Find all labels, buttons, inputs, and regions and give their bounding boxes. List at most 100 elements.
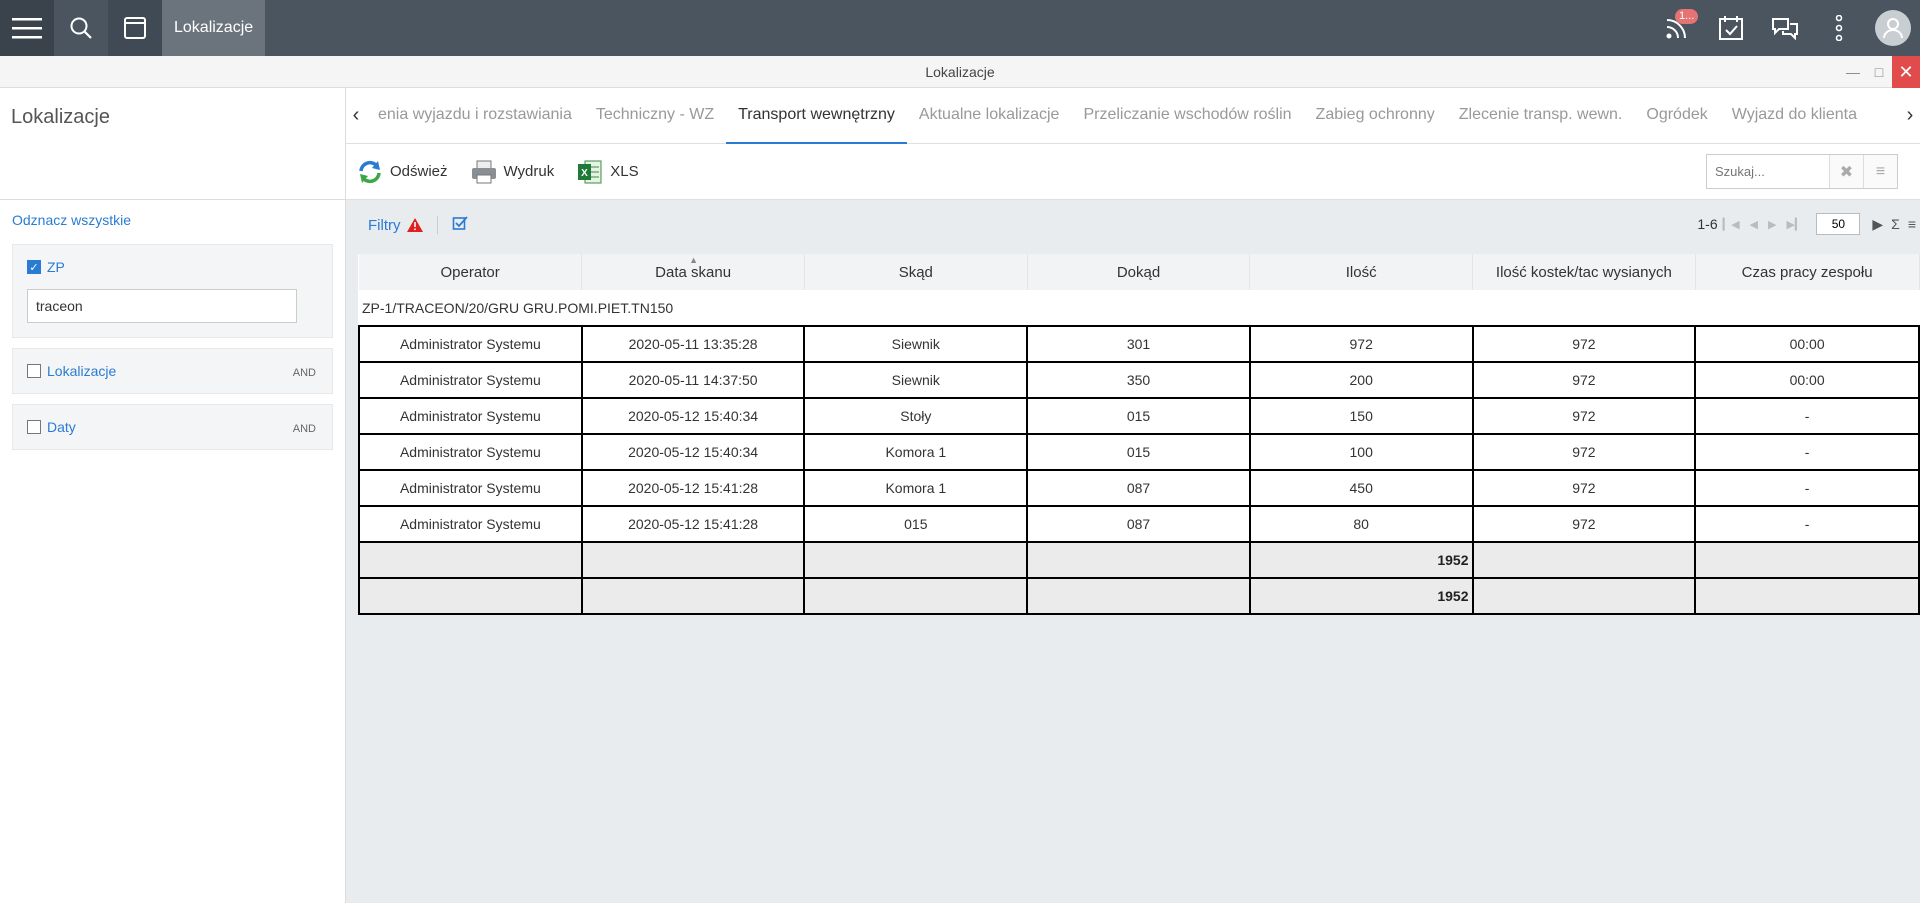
empty-cell xyxy=(1026,541,1251,579)
open-window-tab[interactable]: Lokalizacje xyxy=(162,0,266,56)
xls-button[interactable]: X XLS xyxy=(576,158,639,186)
svg-text:X: X xyxy=(581,168,588,179)
next-page-button[interactable]: ▶ xyxy=(1768,218,1776,231)
search-box: ✖ ≡ xyxy=(1706,154,1898,189)
printer-icon xyxy=(470,158,498,186)
filter-lokalizacje-operator[interactable]: AND xyxy=(293,367,316,379)
table-row[interactable]: Administrator Systemu 2020-05-12 15:41:28… xyxy=(358,469,1920,507)
columns-menu-button[interactable]: ≡ xyxy=(1908,216,1916,232)
tab-item[interactable]: Techniczny - WZ xyxy=(584,88,726,144)
filter-daty: Daty AND xyxy=(12,404,333,450)
user-button[interactable] xyxy=(1866,0,1920,56)
search-icon xyxy=(70,17,92,39)
empty-cell xyxy=(358,541,583,579)
filter-daty-operator[interactable]: AND xyxy=(293,423,316,435)
close-icon: ✕ xyxy=(1898,62,1914,82)
tab-active[interactable]: Transport wewnętrzny xyxy=(726,88,907,144)
tabs-scroll-left[interactable]: ‹ xyxy=(346,104,366,127)
play-icon: ▶ xyxy=(1872,215,1884,232)
filter-daty-toggle[interactable]: Daty xyxy=(27,419,318,435)
table-row[interactable]: Administrator Systemu 2020-05-12 15:40:34… xyxy=(358,433,1920,471)
column-header[interactable]: Czas pracy zespołu xyxy=(1695,254,1920,290)
column-header[interactable]: Dokąd xyxy=(1027,254,1251,290)
table-cell: 2020-05-12 15:41:28 xyxy=(580,505,806,543)
table-row[interactable]: Administrator Systemu 2020-05-11 13:35:28… xyxy=(358,325,1920,363)
clear-search-button[interactable]: ✖ xyxy=(1829,155,1863,188)
table-cell: 301 xyxy=(1026,325,1251,363)
filters-button[interactable]: Filtry xyxy=(368,217,423,234)
filters-label: Filtry xyxy=(368,216,401,234)
table-cell: 015 xyxy=(803,505,1029,543)
feed-button[interactable]: 1... xyxy=(1650,0,1704,56)
edit-filters-button[interactable] xyxy=(452,215,468,235)
calendar-button[interactable] xyxy=(1704,0,1758,56)
windows-button[interactable] xyxy=(108,0,162,56)
table-cell: Komora 1 xyxy=(803,433,1029,471)
filter-zp-checkbox[interactable]: ✓ xyxy=(27,260,41,274)
totals-row: 1952 xyxy=(358,541,1920,579)
print-button[interactable]: Wydruk xyxy=(470,158,555,186)
column-header-label: Czas pracy zespołu xyxy=(1741,263,1873,281)
toolbar: Odśwież Wydruk X XLS ✖ ≡ xyxy=(346,144,1920,200)
column-header[interactable]: Ilość xyxy=(1249,254,1474,290)
filter-lokalizacje-toggle[interactable]: Lokalizacje xyxy=(27,363,318,379)
column-header[interactable]: Ilość kostek/tac wysianych xyxy=(1472,254,1696,290)
filter-zp-toggle[interactable]: ✓ ZP xyxy=(27,259,318,275)
table-row[interactable]: Administrator Systemu 2020-05-12 15:41:28… xyxy=(358,505,1920,543)
table-row[interactable]: Administrator Systemu 2020-05-12 15:40:34… xyxy=(358,397,1920,435)
table-cell: - xyxy=(1694,433,1920,471)
avatar xyxy=(1875,10,1911,46)
last-page-icon: ▶▎ xyxy=(1786,218,1804,231)
last-page-button[interactable]: ▶▎ xyxy=(1786,218,1803,231)
open-window-tab-label: Lokalizacje xyxy=(174,19,254,36)
search-button[interactable] xyxy=(54,0,108,56)
deselect-all-link[interactable]: Odznacz wszystkie xyxy=(12,212,333,228)
table-cell: Komora 1 xyxy=(803,469,1029,507)
empty-cell xyxy=(1026,577,1251,615)
filter-daty-checkbox[interactable] xyxy=(27,420,41,434)
tab-item[interactable]: Zabieg ochronny xyxy=(1304,88,1447,144)
more-button[interactable] xyxy=(1812,0,1866,56)
column-header[interactable]: Operator xyxy=(359,254,583,290)
tabs-scroll-right[interactable]: › xyxy=(1900,104,1920,127)
table-cell: 015 xyxy=(1026,433,1251,471)
maximize-button[interactable]: □ xyxy=(1866,59,1892,85)
refresh-button[interactable]: Odśwież xyxy=(356,158,448,186)
go-button[interactable]: ▶ xyxy=(1872,216,1883,233)
group-row[interactable]: ZP-1/TRACEON/20/GRU GRU.POMI.PIET.TN150 xyxy=(359,290,1919,327)
minimize-button[interactable]: — xyxy=(1840,59,1866,85)
column-header[interactable]: Skąd xyxy=(804,254,1028,290)
table-cell: 350 xyxy=(1026,361,1251,399)
pager: 1-6 ▎◀ ◀ ▶ ▶▎ ▶ Σ ≡ xyxy=(1697,213,1920,235)
page-size-input[interactable] xyxy=(1816,213,1861,235)
column-header[interactable]: Data skanu ▲ xyxy=(581,254,805,290)
table-cell: 972 xyxy=(1471,325,1697,363)
tab-item[interactable]: Wyjazd do klienta xyxy=(1720,88,1869,144)
table-cell: 100 xyxy=(1248,433,1474,471)
chat-icon xyxy=(1772,18,1798,40)
total-quantity: 1952 xyxy=(1248,541,1474,579)
first-page-button[interactable]: ▎◀ xyxy=(1723,218,1740,231)
filter-zp-input[interactable] xyxy=(27,289,297,323)
tab-item[interactable]: Aktualne lokalizacje xyxy=(907,88,1072,144)
excel-icon: X xyxy=(576,158,604,186)
chat-button[interactable] xyxy=(1758,0,1812,56)
prev-page-button[interactable]: ◀ xyxy=(1750,218,1758,231)
menu-lines-icon: ≡ xyxy=(1875,162,1886,180)
search-options-button[interactable]: ≡ xyxy=(1863,155,1897,188)
print-label: Wydruk xyxy=(503,163,555,180)
close-button[interactable]: ✕ xyxy=(1892,56,1920,88)
search-input[interactable] xyxy=(1707,155,1829,188)
filter-lokalizacje-checkbox[interactable] xyxy=(27,364,41,378)
tab-item[interactable]: Zlecenie transp. wewn. xyxy=(1447,88,1635,144)
menu-button[interactable] xyxy=(0,0,54,56)
tab-item[interactable]: Przeliczanie wschodów roślin xyxy=(1071,88,1303,144)
tab-item[interactable]: Ogródek xyxy=(1634,88,1719,144)
table-cell: Administrator Systemu xyxy=(358,469,583,507)
prev-page-icon: ◀ xyxy=(1749,218,1758,231)
table-cell: Siewnik xyxy=(803,361,1029,399)
tab-item[interactable]: enia wyjazdu i rozstawiania xyxy=(366,88,584,144)
table-row[interactable]: Administrator Systemu 2020-05-11 14:37:50… xyxy=(358,361,1920,399)
table-cell: 087 xyxy=(1026,469,1251,507)
sum-button[interactable]: Σ xyxy=(1891,216,1900,232)
